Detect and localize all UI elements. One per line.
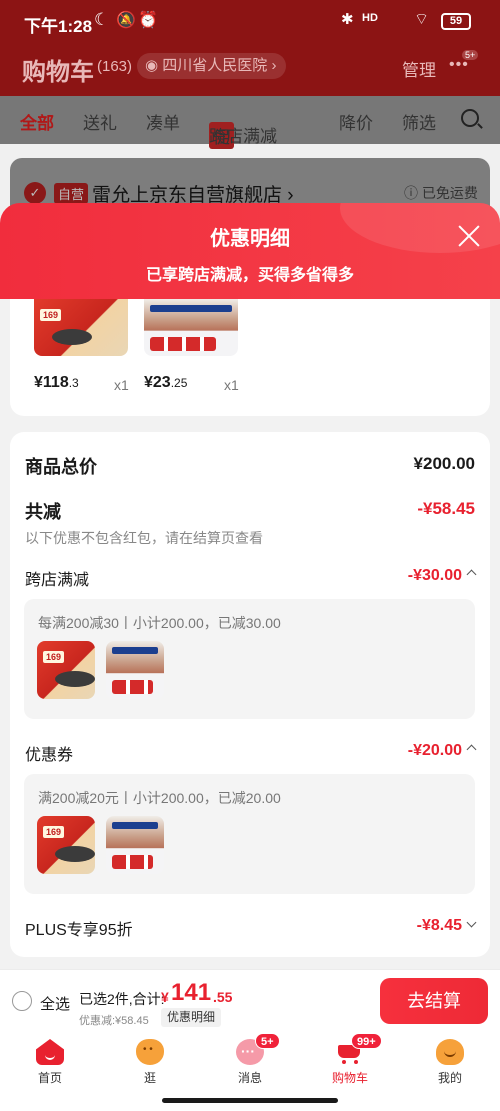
tab-label: 购物车 (331, 1071, 368, 1085)
page-title: 购物车 (22, 59, 94, 86)
dnd-moon-icon: ☾ (94, 10, 110, 29)
tab-label: 逛 (143, 1071, 156, 1085)
filter-bar: 全部 送礼 凑单 促跨店满减 降价 筛选 (0, 96, 500, 149)
close-icon[interactable] (456, 223, 482, 249)
product-thumb-luncheon-meat (106, 641, 164, 699)
cross-store-toggle[interactable]: -¥30.00 (408, 567, 477, 585)
search-icon[interactable] (461, 109, 479, 127)
discount-detail-card: 商品总价 ¥200.00 共减 -¥58.45 以下优惠不包含红包，请在结算页查… (10, 432, 490, 957)
tab-cart[interactable]: 99+ 购物车 (300, 1031, 400, 1091)
total-currency: ¥ (161, 989, 169, 1005)
filter-all[interactable]: 全部 (20, 109, 54, 134)
cross-store-label: 跨店满减 (25, 572, 90, 589)
tab-browse[interactable]: 逛 (100, 1031, 200, 1091)
discount-summary: 优惠减:¥58.45 (79, 1015, 149, 1027)
status-bar: 下午1:28 ☾ 🔕 ⏰ ✱ HD ⌔ 59 (0, 0, 500, 44)
home-indicator[interactable] (162, 1098, 338, 1103)
cart-badge: 99+ (351, 1033, 382, 1049)
store-header: ✓ 自营 雷允上京东自营旗舰店 › ⓘ 已免运费 (10, 158, 490, 208)
reduce-label: 共减 (25, 502, 61, 522)
tab-label: 消息 (237, 1071, 262, 1085)
total-decimal: .55 (213, 989, 233, 1005)
select-all-label[interactable]: 全选 (40, 993, 70, 1014)
plus-toggle[interactable]: -¥8.45 (417, 917, 477, 935)
chevron-up-icon (466, 569, 477, 580)
tab-label: 我的 (437, 1071, 462, 1085)
manage-button[interactable]: 管理 (402, 56, 436, 81)
location-chip[interactable]: ◉ 四川省人民医院 › (137, 53, 287, 79)
product-price: ¥118.3 (34, 374, 79, 391)
store-checkbox[interactable]: ✓ (24, 182, 46, 204)
coupon-detail: 满200减20元丨小计200.00，已减20.00 (24, 774, 475, 894)
cart-count: (163) (97, 58, 133, 75)
plus-label: PLUS专享95折 (25, 922, 133, 939)
mute-bell-icon: 🔕 (116, 12, 136, 29)
discount-detail-button[interactable]: 优惠明细 (161, 1008, 222, 1027)
filter-price-drop[interactable]: 降价 (339, 109, 373, 134)
tab-label: 首页 (37, 1071, 62, 1085)
battery-icon: 59 (441, 13, 471, 30)
location-text: 四川省人民医院 (162, 57, 268, 74)
app-header: 下午1:28 ☾ 🔕 ⏰ ✱ HD ⌔ 59 购物车 (163) ◉ 四川省人民… (0, 0, 500, 96)
product-thumb-luncheon-meat (106, 816, 164, 874)
product-thumb-gift-box[interactable] (34, 299, 128, 356)
chevron-right-icon: › (267, 57, 277, 74)
total-value: ¥200.00 (413, 454, 475, 473)
product-thumb-luncheon-meat[interactable] (144, 299, 238, 356)
filter-cross-store-label: 跨店满减 (209, 127, 277, 146)
message-badge: 5+ (255, 1033, 280, 1049)
sheet-title: 优惠明细 (210, 228, 290, 250)
coupon-toggle[interactable]: -¥20.00 (408, 742, 477, 760)
chevron-down-icon (466, 917, 477, 928)
product-price: ¥23.25 (144, 374, 188, 391)
selected-summary: 已选2件,合计: (79, 991, 165, 1007)
wifi-icon: ⌔ (414, 11, 430, 28)
signal-icon: HD (362, 12, 378, 24)
chevron-up-icon (466, 744, 477, 755)
browse-icon (136, 1039, 164, 1065)
total-label: 商品总价 (25, 457, 97, 477)
status-time: 下午1:28 (24, 17, 93, 36)
product-qty: x1 (114, 377, 129, 393)
sheet-header: 优惠明细 已享跨店满减，买得多省得多 (0, 203, 500, 299)
sheet-subtitle: 已享跨店满减，买得多省得多 (145, 267, 354, 284)
coupon-desc: 满200减20元丨小计200.00，已减20.00 (38, 790, 281, 806)
reduce-value: -¥58.45 (417, 499, 475, 518)
home-icon (36, 1039, 64, 1065)
profile-icon (436, 1039, 464, 1065)
filter-bundle[interactable]: 凑单 (146, 109, 180, 134)
product-qty: x1 (224, 377, 239, 393)
alarm-icon: ⏰ (138, 12, 158, 29)
more-badge: 5+ (462, 50, 479, 60)
total-amount: 141 (171, 979, 212, 1006)
tab-home[interactable]: 首页 (0, 1031, 100, 1091)
checkout-button[interactable]: 去结算 (380, 978, 488, 1024)
select-all-radio[interactable] (12, 991, 32, 1011)
coupon-label: 优惠券 (25, 747, 74, 764)
shipping-info: ⓘ 已免运费 (404, 185, 478, 201)
cross-store-desc: 每满200减30丨小计200.00，已减30.00 (38, 615, 281, 631)
product-thumb-gift-box (37, 816, 95, 874)
bluetooth-icon: ✱ (341, 11, 354, 28)
tab-profile[interactable]: 我的 (400, 1031, 500, 1091)
tab-messages[interactable]: 5+ 消息 (200, 1031, 300, 1091)
checkout-bar: 全选 已选2件,合计: ¥ 141 .55 优惠减:¥58.45 优惠明细 去结… (0, 969, 500, 1031)
product-thumb-gift-box (37, 641, 95, 699)
product-list: ¥118.3 x1 ¥23.25 x1 (10, 299, 490, 416)
discount-note: 以下优惠不包含红包，请在结算页查看 (25, 530, 263, 546)
filter-screen[interactable]: 筛选 (402, 109, 436, 134)
cross-store-detail: 每满200减30丨小计200.00，已减30.00 (24, 599, 475, 719)
eye-icon: ◉ (145, 57, 163, 74)
filter-gift[interactable]: 送礼 (83, 109, 117, 134)
self-operated-tag: 自营 (54, 183, 89, 204)
